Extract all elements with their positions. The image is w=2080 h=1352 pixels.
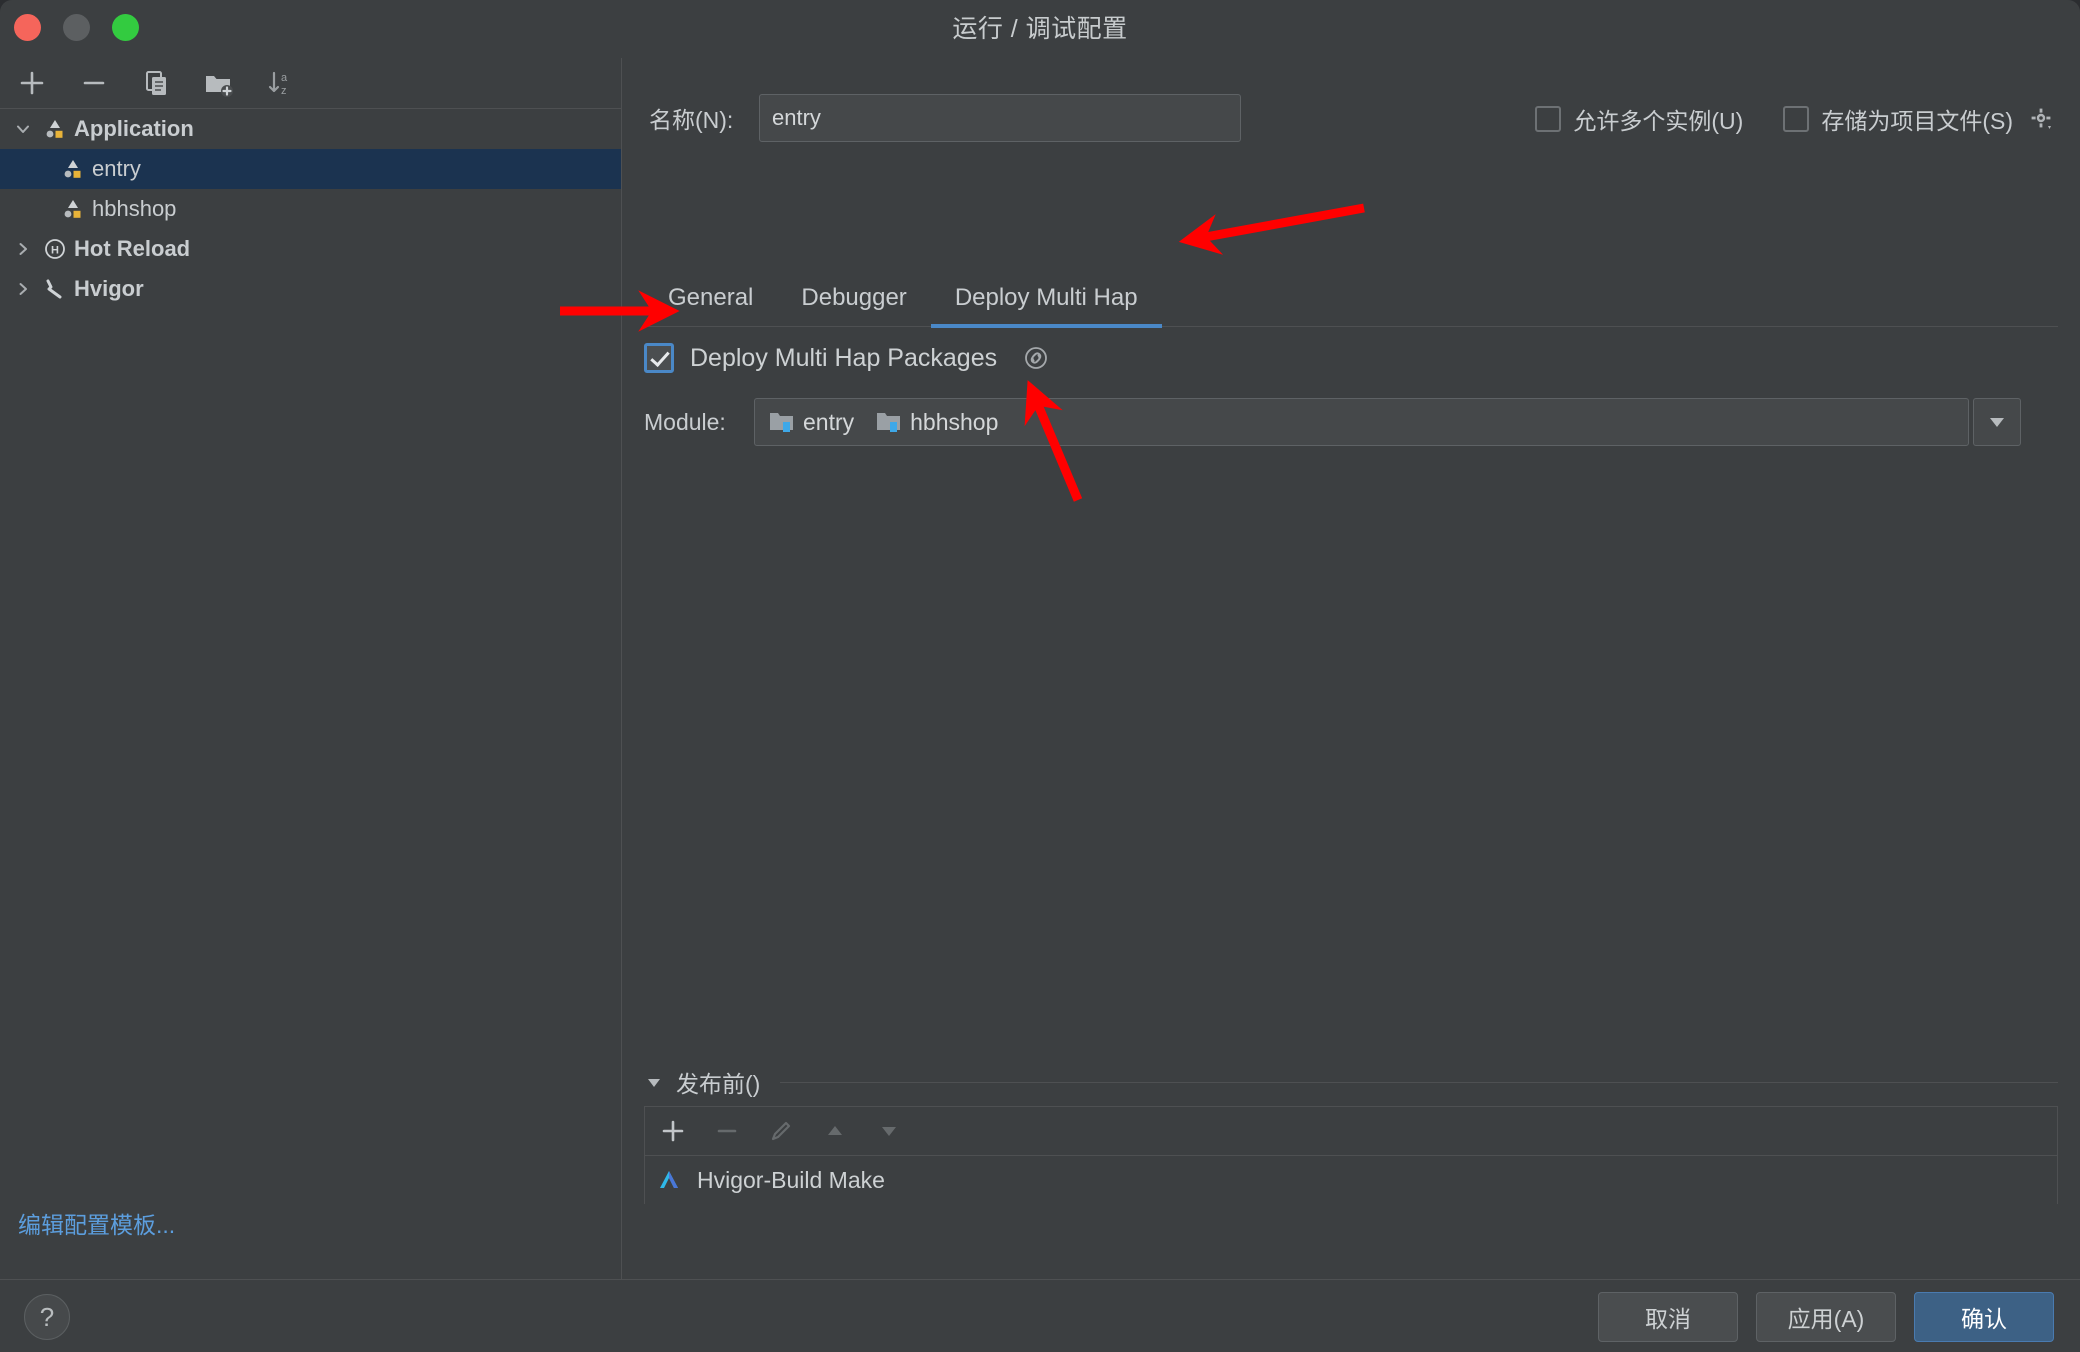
store-as-project-file-checkbox[interactable]: 存储为项目文件(S) — [1783, 102, 2055, 136]
run-debug-configurations-dialog: 运行 / 调试配置 — [0, 0, 2080, 1352]
chevron-down-icon[interactable] — [8, 120, 38, 138]
new-folder-icon[interactable] — [198, 63, 238, 103]
before-launch-task-row[interactable]: Hvigor-Build Make — [645, 1156, 2057, 1204]
section-divider — [780, 1082, 2058, 1083]
dialog-action-buttons: 取消 应用(A) 确认 — [1598, 1292, 2054, 1342]
module-dropdown-button[interactable] — [1973, 398, 2021, 446]
configuration-tabs: General Debugger Deploy Multi Hap — [644, 262, 2058, 327]
tab-general[interactable]: General — [644, 284, 777, 326]
application-icon — [56, 156, 90, 182]
module-folder-icon — [876, 410, 902, 434]
hvigor-build-icon — [655, 1166, 683, 1194]
name-label: 名称(N): — [649, 101, 759, 135]
help-button[interactable]: ? — [24, 1294, 70, 1340]
application-icon — [56, 196, 90, 222]
before-launch-title: 发布前() — [676, 1065, 760, 1099]
checkbox-label: 存储为项目文件(S) — [1821, 102, 2013, 136]
ok-button[interactable]: 确认 — [1914, 1292, 2054, 1342]
move-up-icon — [821, 1117, 849, 1145]
tree-node-label: Hot Reload — [72, 236, 190, 262]
configurations-tree[interactable]: Application entry — [0, 109, 621, 1280]
configuration-editor-panel: 名称(N): 允许多个实例(U) 存储为项目文件(S) — [621, 58, 2080, 1280]
tree-node-label: entry — [90, 156, 141, 182]
configurations-panel: a z Application — [0, 58, 621, 1280]
svg-text:z: z — [281, 85, 287, 97]
checkbox-box[interactable] — [1535, 106, 1561, 132]
tab-debugger[interactable]: Debugger — [777, 284, 930, 326]
module-label: Module: — [644, 409, 754, 436]
module-row: Module: entry hbhshop — [644, 398, 2021, 446]
module-name: entry — [803, 409, 854, 436]
edit-task-icon — [767, 1117, 795, 1145]
application-icon — [38, 116, 72, 142]
tree-node-label: hbhshop — [90, 196, 176, 222]
before-launch-task-label: Hvigor-Build Make — [697, 1167, 885, 1194]
before-launch-header[interactable]: 发布前() — [644, 1062, 2058, 1102]
module-name: hbhshop — [910, 409, 998, 436]
move-down-icon — [875, 1117, 903, 1145]
allow-multiple-instances-checkbox[interactable]: 允许多个实例(U) — [1535, 102, 1743, 136]
module-field[interactable]: entry hbhshop — [754, 398, 1969, 446]
cancel-button[interactable]: 取消 — [1598, 1292, 1738, 1342]
configurations-toolbar: a z — [0, 58, 633, 109]
before-launch-section: 发布前() — [644, 1062, 2058, 1204]
chevron-right-icon[interactable] — [8, 240, 38, 258]
tree-node-label: Application — [72, 116, 194, 142]
window-title: 运行 / 调试配置 — [0, 0, 2080, 58]
edit-configuration-templates-link[interactable]: 编辑配置模板... — [18, 1206, 175, 1240]
copy-icon[interactable] — [136, 63, 176, 103]
sort-az-icon[interactable]: a z — [260, 63, 300, 103]
module-chip-hbhshop: hbhshop — [876, 409, 998, 436]
checkbox-box[interactable] — [1783, 106, 1809, 132]
deploy-multi-hap-packages-checkbox[interactable] — [644, 343, 674, 373]
deploy-multi-hap-packages-row: Deploy Multi Hap Packages — [644, 343, 1051, 373]
svg-text:a: a — [281, 72, 288, 84]
checkbox-label: 允许多个实例(U) — [1573, 102, 1743, 136]
tree-node-hvigor[interactable]: Hvigor — [0, 269, 621, 309]
before-launch-toolbar — [645, 1107, 2057, 1156]
configuration-options: 允许多个实例(U) 存储为项目文件(S) — [1535, 102, 2055, 136]
title-bar: 运行 / 调试配置 — [0, 0, 2080, 58]
collapse-triangle-icon[interactable] — [644, 1072, 664, 1092]
gear-icon[interactable] — [2029, 106, 2055, 132]
hvigor-icon — [38, 276, 72, 302]
tree-node-application[interactable]: Application — [0, 109, 621, 149]
remove-task-icon — [713, 1117, 741, 1145]
name-input[interactable] — [759, 94, 1241, 142]
link-circle-icon[interactable] — [1021, 343, 1051, 373]
before-launch-task-list: Hvigor-Build Make — [644, 1106, 2058, 1204]
hot-reload-icon: H — [38, 236, 72, 262]
module-chip-entry: entry — [769, 409, 854, 436]
tree-node-hot-reload[interactable]: H Hot Reload — [0, 229, 621, 269]
add-icon[interactable] — [12, 63, 52, 103]
name-row: 名称(N): — [649, 94, 1241, 142]
chevron-right-icon[interactable] — [8, 280, 38, 298]
tree-node-entry[interactable]: entry — [0, 149, 621, 189]
module-folder-icon — [769, 410, 795, 434]
svg-text:H: H — [51, 245, 59, 257]
add-task-icon[interactable] — [659, 1117, 687, 1145]
dialog-footer: ? 取消 应用(A) 确认 — [0, 1279, 2080, 1352]
apply-button[interactable]: 应用(A) — [1756, 1292, 1896, 1342]
remove-icon[interactable] — [74, 63, 114, 103]
tree-node-label: Hvigor — [72, 276, 144, 302]
tab-deploy-multi-hap[interactable]: Deploy Multi Hap — [931, 284, 1162, 326]
deploy-multi-hap-packages-label: Deploy Multi Hap Packages — [690, 344, 997, 373]
chevron-down-icon — [1985, 410, 2009, 434]
tree-node-hbhshop[interactable]: hbhshop — [0, 189, 621, 229]
